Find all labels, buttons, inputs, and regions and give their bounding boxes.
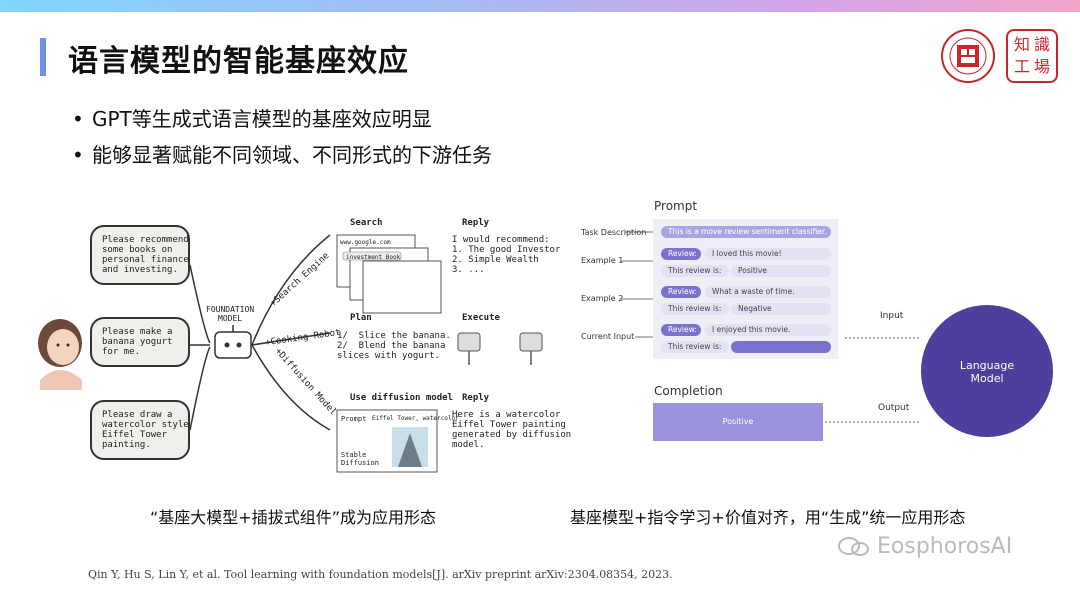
current-input-review: I enjoyed this movie. <box>705 324 831 336</box>
caption-right: 基座模型+指令学习+价值对齐，用“生成”统一应用形态 <box>570 508 966 527</box>
input-arrow-label: Input <box>880 311 904 321</box>
reference-citation: Qin Y, Hu S, Lin Y, et al. Tool learning… <box>88 568 673 581</box>
search-step-head: Search <box>350 218 383 228</box>
label-task-description: Task Description <box>581 228 647 237</box>
language-model-label: Language Model <box>959 359 1015 385</box>
completion-value: Positive <box>722 417 754 426</box>
logo-char: 場 <box>1033 57 1050 76</box>
zhishi-gongchang-logo: 知 識 工 場 <box>1006 29 1058 83</box>
request-bubble-painting: Please draw a watercolor style Eiffel To… <box>90 400 190 460</box>
wechat-icon <box>838 536 870 558</box>
bullet-item: 能够显著赋能不同领域、不同形式的下游任务 <box>72 138 492 174</box>
bullet-item: GPT等生成式语言模型的基座效应明显 <box>72 102 492 138</box>
watermark: EosphorosAI <box>838 534 1012 559</box>
logo-char: 工 <box>1013 57 1030 76</box>
reply1-text: I would recommend: 1. The good Investor … <box>452 235 561 275</box>
logo-char: 識 <box>1033 35 1050 54</box>
bullet-list: GPT等生成式语言模型的基座效应明显 能够显著赋能不同领域、不同形式的下游任务 <box>72 102 492 174</box>
prompting-figure: Prompt Task Description Example 1 Exampl… <box>575 195 1065 455</box>
diffusion-prompt-value: Eiffel Tower, watercolor <box>372 415 459 422</box>
reply2-head: Reply <box>462 393 490 403</box>
example-result: Negative <box>731 303 831 315</box>
search-query: investment Book <box>346 254 401 261</box>
output-arrow-label: Output <box>878 403 910 413</box>
tool-learning-figure: Please recommend some books on personal … <box>30 205 571 485</box>
review-tag: Review: <box>661 324 701 336</box>
prompt-title: Prompt <box>654 199 698 213</box>
request-bubble-yogurt: Please make a banana yogurt for me. <box>90 317 190 367</box>
watermark-text: EosphorosAI <box>877 534 1013 559</box>
task-description-pill: This is a move review sentiment classifi… <box>661 226 831 238</box>
person-illustration <box>38 319 82 390</box>
slide-title: 语言模型的智能基座效应 <box>68 44 409 79</box>
current-input-result-slot <box>731 341 831 353</box>
request-bubble-books: Please recommend some books on personal … <box>90 225 190 285</box>
review-tag: Review: <box>661 248 701 260</box>
plan-step-head: Plan <box>350 313 372 323</box>
diffusion-step-head: Use diffusion model <box>350 393 453 403</box>
review-tag: Review: <box>661 286 701 298</box>
title-accent-bar <box>40 38 46 76</box>
top-gradient-bar <box>0 0 1080 12</box>
logo-char: 知 <box>1013 35 1030 54</box>
execute-step-head: Execute <box>462 313 500 323</box>
result-tag: This review is: <box>661 303 729 315</box>
example-result: Positive <box>731 265 831 277</box>
example-review: What a waste of time. <box>705 286 831 298</box>
completion-title: Completion <box>654 384 723 398</box>
result-tag: This review is: <box>661 265 729 277</box>
caption-left: “基座大模型+插拔式组件”成为应用形态 <box>150 508 436 527</box>
reply1-head: Reply <box>462 218 490 228</box>
plan-text: 1/ Slice the banana. 2/ Blend the banana… <box>337 331 451 361</box>
label-example-1: Example 1 <box>581 256 624 265</box>
result-tag: This review is: <box>661 341 729 353</box>
diffusion-prompt-label: Prompt <box>341 415 367 423</box>
foundation-model-label: FOUNDATION MODEL <box>206 305 255 323</box>
example-review: I loved this movie! <box>705 248 831 260</box>
reply2-text: Here is a watercolor Eiffel Tower painti… <box>452 410 572 450</box>
diffusion-model-name: Stable Diffusion <box>341 451 379 467</box>
fudan-university-seal-logo <box>941 29 995 83</box>
label-current-input: Current Input <box>581 332 635 341</box>
label-example-2: Example 2 <box>581 294 624 303</box>
search-url: www.google.com <box>340 239 391 246</box>
